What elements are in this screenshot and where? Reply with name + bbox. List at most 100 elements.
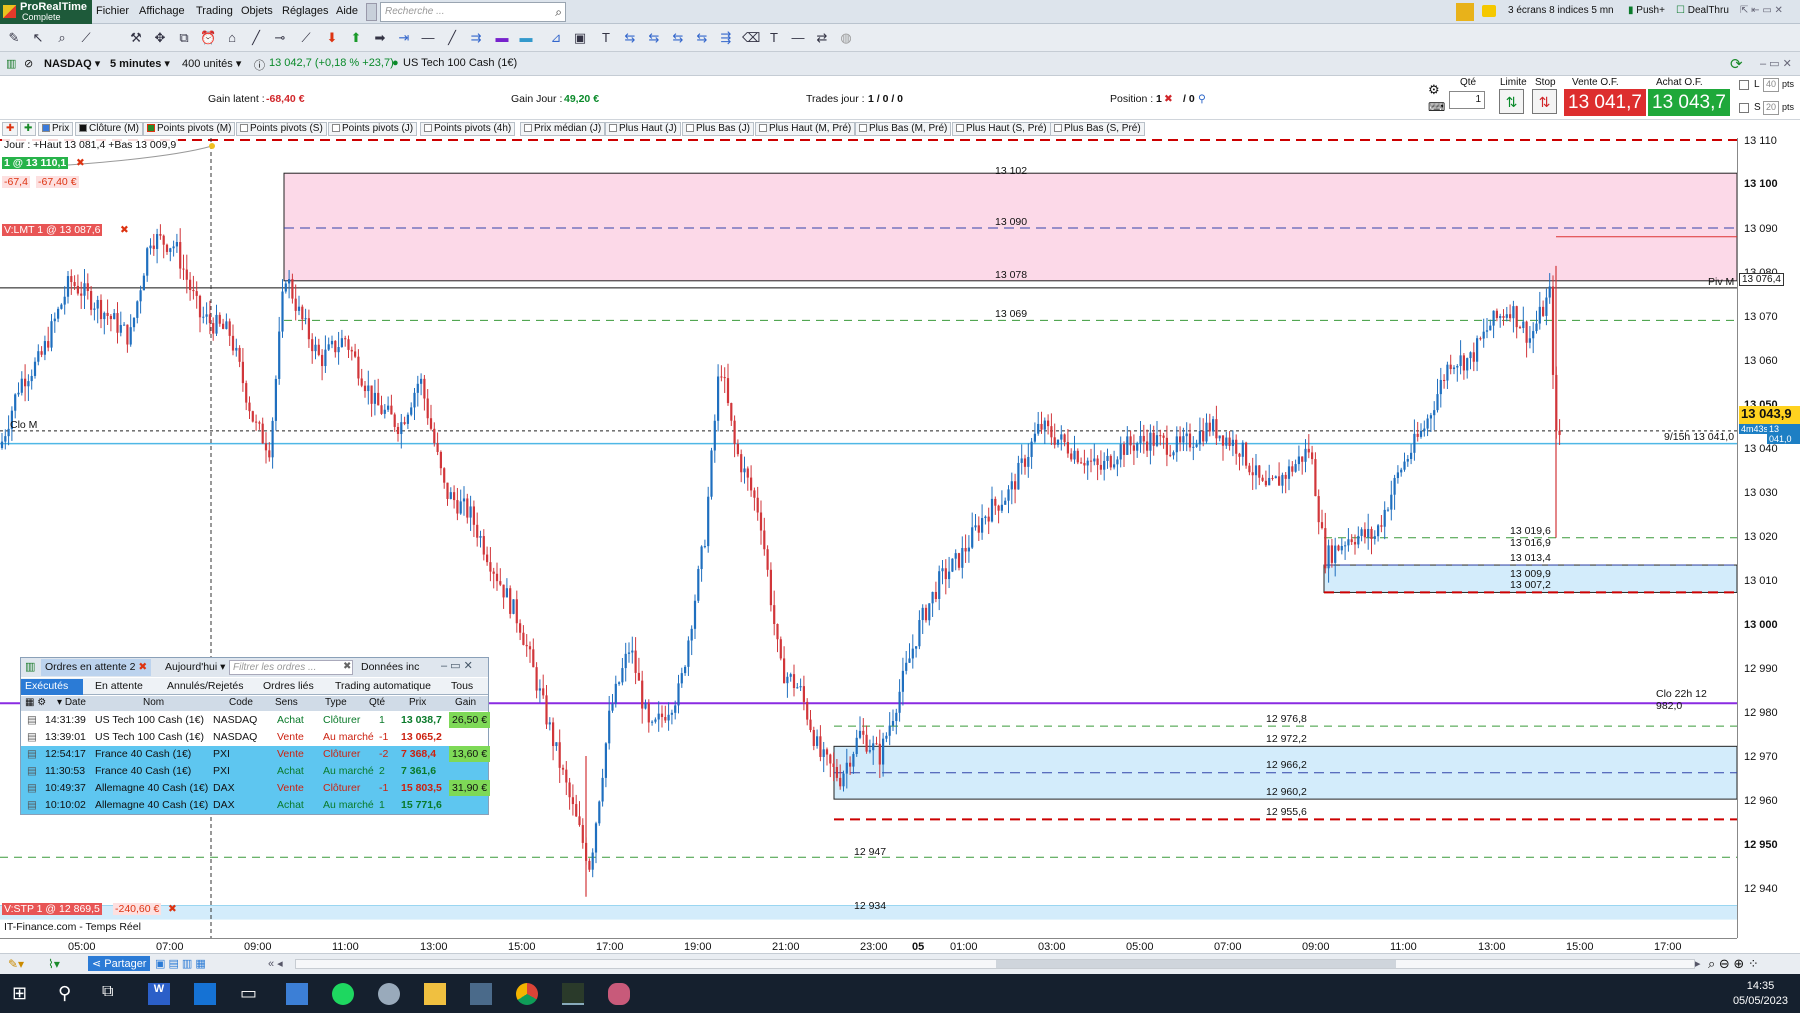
buy-button[interactable]: 13 043,7 xyxy=(1648,89,1730,116)
diagonal-icon[interactable]: ╱ xyxy=(444,30,460,46)
order-row[interactable]: ▤ 12:54:17 France 40 Cash (1€) PXI Vente Clôt… xyxy=(21,746,491,763)
col-code[interactable]: Code xyxy=(229,697,253,708)
link-icon[interactable]: ⊸ xyxy=(272,30,288,46)
text-box-icon[interactable]: T xyxy=(766,30,782,46)
keyboard-icon[interactable]: ⌨ xyxy=(1428,100,1445,114)
pending-orders-tab[interactable]: Ordres en attente 2 ✖ xyxy=(41,659,152,676)
message-icon[interactable] xyxy=(1482,5,1496,17)
arrow-down-icon[interactable]: ⬇ xyxy=(324,30,340,46)
copy-icon[interactable]: ⧉ xyxy=(176,30,192,46)
ruler-icon[interactable]: ⟋ xyxy=(78,30,94,46)
alert-icon[interactable]: ⏰ xyxy=(200,30,216,46)
long-pts-input[interactable]: 40 xyxy=(1763,78,1779,92)
share-button[interactable]: ⋖ Partager xyxy=(88,956,151,971)
order-row[interactable]: ▤ 10:49:37 Allemagne 40 Cash (1€) DAX Vente C… xyxy=(21,780,491,797)
chart-canvas[interactable] xyxy=(0,138,1737,938)
position-search-icon[interactable]: ⚲ xyxy=(1198,93,1206,105)
col-nom[interactable]: Nom xyxy=(143,697,164,708)
tool-e-icon[interactable]: ⇶ xyxy=(718,30,734,46)
search-toggle[interactable] xyxy=(366,3,377,21)
limit-order-button[interactable]: ⇅ xyxy=(1499,89,1524,114)
app-logo[interactable]: ProRealTime Complete xyxy=(0,0,92,24)
draw-icon[interactable]: ✎▾ xyxy=(8,957,24,971)
add-indicator-icon[interactable]: ✚ xyxy=(2,122,19,136)
fibo-icon[interactable]: ⊿ xyxy=(548,30,564,46)
arrow-right-icon[interactable]: ➡ xyxy=(372,30,388,46)
indicator-pivots-s[interactable]: Points pivots (S) xyxy=(236,122,327,136)
panel-window-controls[interactable]: – ▭ ✕ xyxy=(441,659,473,672)
tab-executes[interactable]: Exécutés xyxy=(21,679,83,695)
calculator-icon[interactable] xyxy=(470,983,492,1005)
indicator-pivots-m[interactable]: Points pivots (M) xyxy=(143,122,236,136)
eraser-icon[interactable]: ⌫ xyxy=(742,30,760,46)
spotify-icon[interactable] xyxy=(332,983,354,1005)
search-input[interactable]: Recherche ... ⌕ xyxy=(380,2,566,22)
menu-trading[interactable]: Trading xyxy=(196,5,233,17)
layout-name[interactable]: 3 écrans 8 indices 5 mn xyxy=(1508,5,1614,16)
col-prix[interactable]: Prix xyxy=(409,697,426,708)
chart-window-controls[interactable]: – ▭ ✕ xyxy=(1760,57,1792,70)
channel-icon[interactable]: ⇉ xyxy=(468,30,484,46)
move-icon[interactable]: ✥ xyxy=(152,30,168,46)
market-select[interactable]: NASDAQ ▾ xyxy=(44,57,100,70)
units-select[interactable]: 400 unités ▾ xyxy=(182,57,241,70)
settings-wrench-icon[interactable]: ⚙ xyxy=(1428,82,1440,98)
taskbar-search-icon[interactable]: ⚲ xyxy=(58,983,80,1005)
short-pts-input[interactable]: 20 xyxy=(1763,101,1779,115)
folder-icon[interactable] xyxy=(424,983,446,1005)
orders-panel[interactable]: ▥ Ordres en attente 2 ✖ Aujourd'hui ▾ Fi… xyxy=(20,657,491,815)
indicator-cloture-m[interactable]: Clôture (M) xyxy=(75,122,144,136)
indicator-pivots-j[interactable]: Points pivots (J) xyxy=(328,122,418,136)
long-checkbox[interactable] xyxy=(1739,80,1749,90)
indicator-pivots-4h[interactable]: Points pivots (4h) xyxy=(420,122,516,136)
globe-icon[interactable]: ◍ xyxy=(838,30,854,46)
zoom-icon[interactable]: ⌕ xyxy=(54,30,70,46)
time-axis[interactable]: 05:00 07:00 09:00 11:00 13:00 15:00 17:0… xyxy=(0,938,1737,954)
chart-style-icon[interactable]: ⌇▾ xyxy=(48,957,60,971)
store-icon[interactable] xyxy=(194,983,216,1005)
period-select[interactable]: Aujourd'hui ▾ xyxy=(165,661,225,673)
rectangle-icon[interactable]: ▣ xyxy=(572,30,588,46)
push-indicator[interactable]: ▮ Push+ xyxy=(1628,5,1665,16)
pin-icon[interactable]: ⌂ xyxy=(224,30,240,46)
text-icon[interactable]: T xyxy=(598,30,614,46)
calendar-icon[interactable] xyxy=(286,983,308,1005)
line-icon[interactable]: ╱ xyxy=(248,30,264,46)
window-controls[interactable]: ⇱ ⇤ ▭ ✕ xyxy=(1740,5,1783,16)
menu-aide[interactable]: Aide xyxy=(336,5,358,17)
scroll-left-icon[interactable]: « ◂ xyxy=(268,957,283,970)
short-checkbox[interactable] xyxy=(1739,103,1749,113)
word-icon[interactable]: W xyxy=(148,983,170,1005)
tool-c-icon[interactable]: ⇆ xyxy=(670,30,686,46)
indicator-plus-haut-m[interactable]: Plus Haut (M, Pré) xyxy=(755,122,856,136)
menu-affichage[interactable]: Affichage xyxy=(139,5,185,17)
hline-icon[interactable]: ⇥ xyxy=(396,30,412,46)
purple-line-icon[interactable]: ▬ xyxy=(494,30,510,46)
tab-trading-auto[interactable]: Trading automatique xyxy=(331,679,435,695)
search-icon[interactable]: ⌕ xyxy=(555,5,562,20)
menu-fichier[interactable]: Fichier xyxy=(96,5,129,17)
order-row[interactable]: ▤ 14:31:39 US Tech 100 Cash (1€) NASDAQ Acha… xyxy=(21,712,491,729)
zoom-controls[interactable]: ⌕ ⊖ ⊕ ⁘ xyxy=(1708,956,1759,972)
indicator-plus-bas-m[interactable]: Plus Bas (M, Pré) xyxy=(855,122,952,136)
order-row[interactable]: ▤ 10:10:02 Allemagne 40 Cash (1€) DAX Achat A… xyxy=(21,797,488,814)
col-type[interactable]: Type xyxy=(325,697,347,708)
lock-icon[interactable]: ⊘ xyxy=(24,57,33,70)
order-row[interactable]: ▤ 11:30:53 France 40 Cash (1€) PXI Achat Au m… xyxy=(21,763,488,780)
qte-input[interactable]: 1 xyxy=(1449,91,1485,109)
warning-icon[interactable] xyxy=(1456,3,1474,21)
timeframe-select[interactable]: 5 minutes ▾ xyxy=(110,57,170,70)
col-gain[interactable]: Gain xyxy=(455,697,476,708)
cursor-icon[interactable]: ↖ xyxy=(30,30,46,46)
price-axis[interactable]: 13 110 13 100 13 090 13 080 13 070 13 06… xyxy=(1737,135,1800,938)
dealthru-indicator[interactable]: ☐ DealThru xyxy=(1676,5,1729,16)
data-tab[interactable]: Données inc xyxy=(361,661,419,673)
tool-a-icon[interactable]: ⇆ xyxy=(622,30,638,46)
windows-start-icon[interactable]: ⊞ xyxy=(12,983,34,1005)
indicator-plus-haut-s[interactable]: Plus Haut (S, Pré) xyxy=(952,122,1051,136)
segment-icon[interactable]: — xyxy=(420,30,436,46)
tool-b-icon[interactable]: ⇆ xyxy=(646,30,662,46)
indicator-plus-bas-s[interactable]: Plus Bas (S, Pré) xyxy=(1050,122,1145,136)
stop-order-tag[interactable]: V:STP 1 @ 12 869,5 xyxy=(2,903,102,915)
col-sens[interactable]: Sens xyxy=(275,697,298,708)
